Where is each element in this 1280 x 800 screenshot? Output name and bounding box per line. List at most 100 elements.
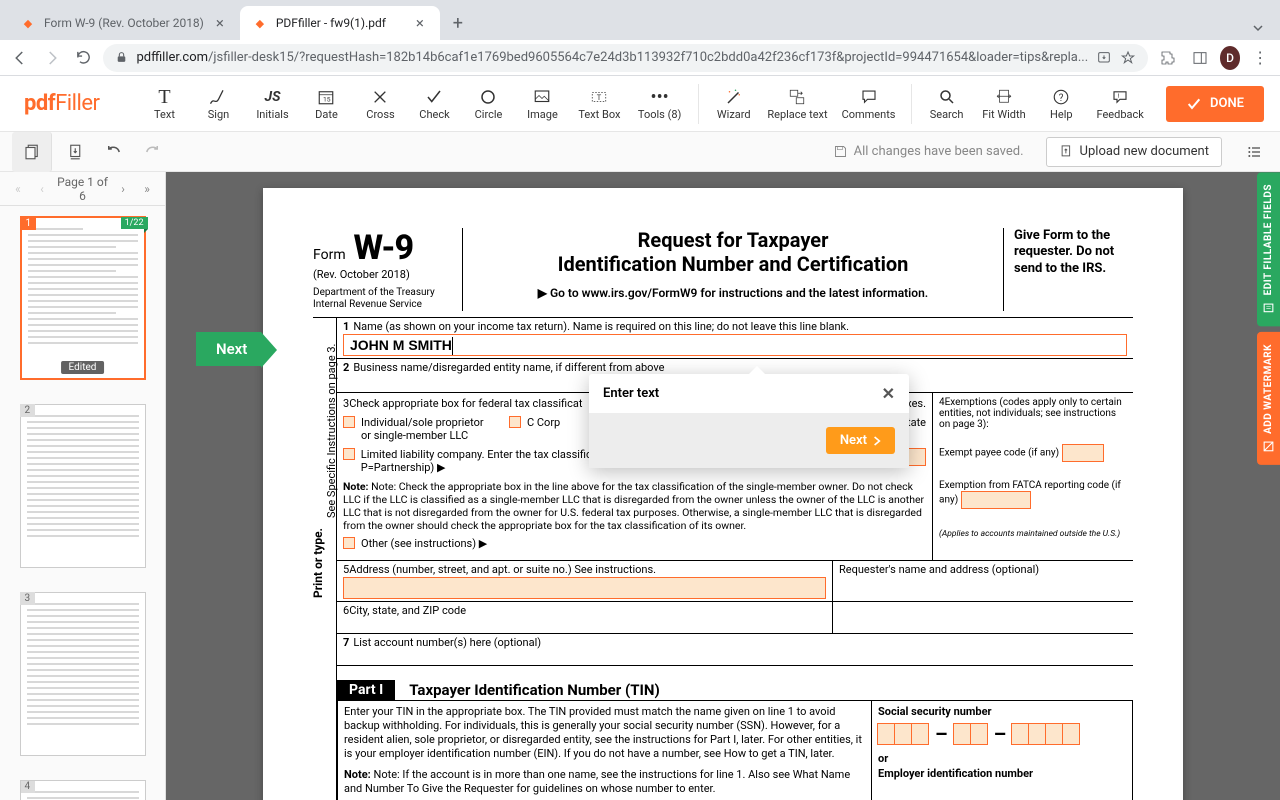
tool-wizard[interactable]: Wizard	[709, 80, 759, 128]
svg-text:15: 15	[323, 96, 331, 104]
tool-initials[interactable]: JSInitials	[247, 80, 297, 128]
back-button[interactable]	[8, 44, 32, 72]
save-icon	[833, 144, 848, 159]
tool-help[interactable]: ?Help	[1036, 80, 1086, 128]
url-input[interactable]: pdffiller.com/jsfiller-desk15/?requestHa…	[103, 44, 1148, 72]
circle-icon	[479, 86, 497, 108]
tool-textbox[interactable]: TText Box	[571, 80, 627, 128]
edited-badge: Edited	[61, 361, 105, 374]
pdf-page[interactable]: Form W-9 (Rev. October 2018) Department …	[263, 188, 1183, 800]
profile-avatar[interactable]: D	[1220, 46, 1240, 70]
tool-image[interactable]: Image	[517, 80, 567, 128]
llc-note: Note: Note: Check the appropriate box in…	[343, 480, 926, 533]
tool-search[interactable]: Search	[922, 80, 972, 128]
tin-section: Enter your TIN in the appropriate box. T…	[337, 700, 1133, 800]
thumbnail-sidebar: « ‹ Page 1 of 6 › » 1 1/22 Edited 2 3 4	[0, 172, 166, 800]
browser-tab-active[interactable]: ◆ PDFfiller - fw9(1).pdf ×	[240, 6, 440, 40]
form-row-6: 6City, state, and ZIP code	[337, 602, 1133, 634]
add-watermark-rail[interactable]: ADD WATERMARK	[1257, 332, 1280, 465]
close-tab-icon[interactable]: ×	[212, 15, 228, 31]
first-page-button[interactable]: «	[8, 179, 28, 199]
edit-fillable-fields-rail[interactable]: EDIT FILLABLE FIELDS	[1257, 172, 1280, 326]
wizard-next-pointer[interactable]: Next	[196, 332, 261, 366]
sidepanel-icon[interactable]	[1188, 44, 1212, 72]
export-button[interactable]	[62, 138, 90, 166]
svg-text:!: !	[1118, 92, 1120, 100]
close-tab-icon[interactable]: ×	[412, 15, 428, 31]
popover-next-button[interactable]: Next	[826, 427, 895, 454]
fatca-code-input[interactable]	[961, 491, 1031, 509]
tool-circle[interactable]: Circle	[463, 80, 513, 128]
tool-replace-text[interactable]: Replace text	[763, 80, 832, 128]
tool-date[interactable]: 15Date	[301, 80, 351, 128]
upload-document-button[interactable]: Upload new document	[1046, 137, 1222, 167]
last-page-button[interactable]: »	[137, 179, 157, 199]
tool-comments[interactable]: Comments	[836, 80, 901, 128]
popover-title: Enter text	[603, 386, 659, 401]
wand-icon	[725, 86, 743, 108]
new-tab-button[interactable]: +	[444, 9, 472, 37]
cross-icon	[372, 86, 388, 108]
form-instructions-link: ▶ Go to www.irs.gov/FormW9 for instructi…	[475, 286, 991, 300]
feedback-icon: !	[1111, 86, 1129, 108]
address-input[interactable]	[343, 577, 826, 599]
ssn-input[interactable]: – –	[878, 722, 1126, 746]
pages-panel-toggle[interactable]	[12, 132, 52, 172]
chrome-menu-icon[interactable]: ⋮	[1248, 44, 1272, 72]
bookmark-icon[interactable]	[1120, 50, 1136, 66]
page-thumbnail[interactable]: 4	[20, 780, 146, 800]
checkbox-individual[interactable]: Individual/sole proprietor or single-mem…	[343, 416, 491, 442]
undo-button[interactable]	[100, 138, 128, 166]
form-subtitle: Identification Number and Certification	[475, 252, 991, 276]
tool-check[interactable]: Check	[409, 80, 459, 128]
pdffiller-logo[interactable]: pdfFiller	[24, 91, 99, 116]
options-toggle[interactable]	[1240, 138, 1268, 166]
next-page-button[interactable]: ›	[113, 179, 133, 199]
form-row-1: 1Name (as shown on your income tax retur…	[337, 318, 1133, 359]
redo-button[interactable]	[138, 138, 166, 166]
help-icon: ?	[1052, 86, 1070, 108]
checkbox-ccorp[interactable]: C Corp	[509, 416, 560, 442]
toolbar-separator	[698, 84, 699, 124]
checkbox-other[interactable]: Other (see instructions) ▶	[343, 537, 487, 550]
fitwidth-icon	[995, 86, 1013, 108]
exempt-payee-input[interactable]	[1062, 444, 1104, 462]
tool-text[interactable]: TText	[139, 80, 189, 128]
enter-text-popover: Enter text ✕ Next	[589, 374, 909, 468]
forward-button[interactable]	[40, 44, 64, 72]
page-number-badge: 4	[20, 780, 36, 793]
page-thumbnail[interactable]: 2	[20, 404, 146, 568]
page-thumbnail[interactable]: 3	[20, 592, 146, 756]
done-button[interactable]: DONE	[1166, 86, 1264, 122]
tool-more[interactable]: •••Tools (8)	[631, 80, 688, 128]
page-indicator: Page 1 of 6	[56, 175, 109, 203]
form-row-5: 5Address (number, street, and apt. or su…	[337, 561, 1133, 602]
tabs-overflow-button[interactable]	[1244, 22, 1272, 34]
fields-count-badge: 1/22	[121, 217, 148, 229]
extensions-icon[interactable]	[1156, 44, 1180, 72]
popover-close-button[interactable]: ✕	[882, 384, 895, 403]
tool-sign[interactable]: Sign	[193, 80, 243, 128]
install-app-icon[interactable]	[1096, 50, 1112, 66]
pdffiller-favicon: ◆	[252, 15, 268, 31]
reload-button[interactable]	[72, 44, 96, 72]
page-thumbnail[interactable]: 1 1/22 Edited	[20, 216, 146, 380]
pdffiller-favicon: ◆	[20, 15, 36, 31]
thumbnail-list[interactable]: 1 1/22 Edited 2 3 4	[0, 206, 165, 800]
comment-icon	[860, 86, 878, 108]
toolbar-separator	[911, 84, 912, 124]
page-number-badge: 2	[20, 404, 36, 417]
tab-title: Form W-9 (Rev. October 2018)	[44, 16, 204, 30]
prev-page-button[interactable]: ‹	[32, 179, 52, 199]
document-canvas[interactable]: Next Form W-9 (Rev. October 2018) Depart…	[166, 172, 1280, 800]
browser-tab[interactable]: ◆ Form W-9 (Rev. October 2018) ×	[8, 6, 240, 40]
textbox-icon: T	[590, 86, 608, 108]
tool-cross[interactable]: Cross	[355, 80, 405, 128]
form-row-7: 7List account number(s) here (optional)	[337, 634, 1133, 666]
name-input[interactable]: JOHN M SMITH	[343, 334, 1127, 356]
tool-feedback[interactable]: !Feedback	[1090, 80, 1150, 128]
tool-fit-width[interactable]: Fit Width	[976, 80, 1033, 128]
page-number-badge: 1	[21, 217, 37, 230]
tab-title: PDFfiller - fw9(1).pdf	[276, 16, 404, 30]
address-bar: pdffiller.com/jsfiller-desk15/?requestHa…	[0, 40, 1280, 76]
